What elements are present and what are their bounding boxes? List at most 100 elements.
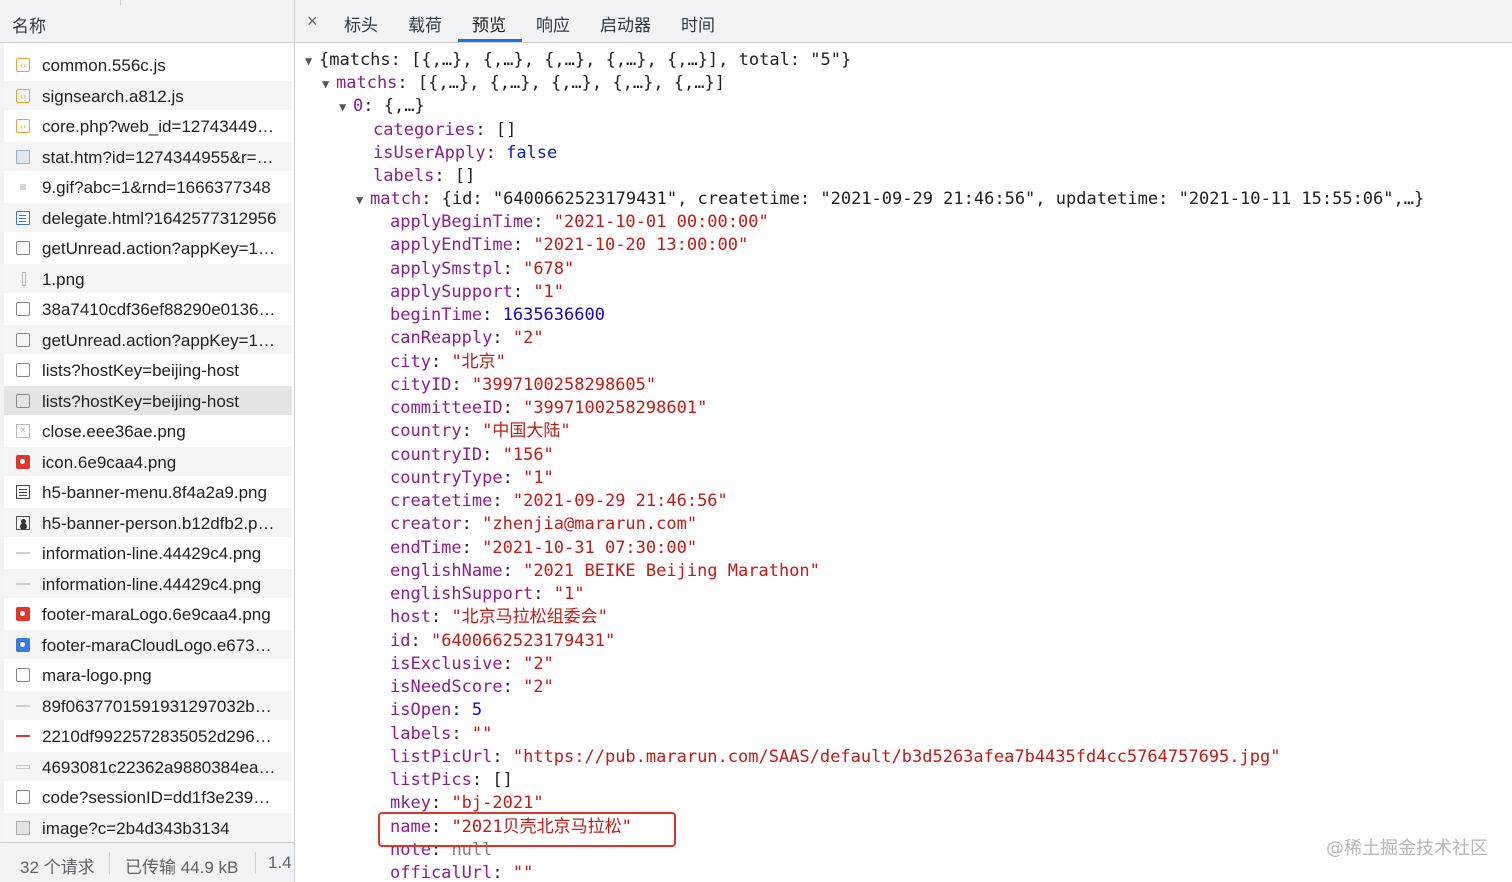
detail-tab-bar: × 标头 载荷 预览 响应 启动器 时间 — [295, 0, 1512, 43]
request-row[interactable]: ‹› core.php?web_id=12743449… — [4, 111, 292, 142]
request-row[interactable]: 38a7410cdf36ef88290e0136… — [4, 294, 292, 325]
field-key: listPicUrl — [390, 746, 493, 767]
request-row[interactable]: getUnread.action?appKey=1… — [4, 324, 292, 355]
field-key: applyEndTime — [390, 235, 513, 256]
field-key: city — [390, 351, 431, 372]
request-row[interactable]: 9.gif?abc=1&rnd=1666377348 — [4, 172, 292, 203]
request-name: close.eee36ae.png — [42, 422, 186, 441]
request-row[interactable]: lists?hostKey=beijing-host — [4, 355, 292, 386]
request-row[interactable]: icon.6e9caa4.png — [4, 446, 292, 477]
field-officalurl: officalUrl: "" — [390, 863, 534, 882]
name-column-header[interactable]: 名称 — [12, 12, 46, 37]
request-row[interactable]: × close.eee36ae.png — [4, 416, 292, 447]
expand-triangle-icon[interactable]: ▼ — [322, 73, 336, 96]
field-value: "2" — [523, 653, 554, 674]
image-file-icon — [22, 271, 26, 286]
gray-image-icon — [16, 820, 30, 835]
request-row[interactable]: getUnread.action?appKey=1… — [4, 233, 292, 264]
field-countrytype: countryType: "1" — [390, 467, 554, 488]
request-row[interactable]: footer-maraLogo.6e9caa4.png — [4, 599, 292, 630]
field-key: creator — [390, 514, 462, 535]
request-name: 4693081c22362a9880384ea… — [42, 757, 276, 777]
tab-response[interactable]: 响应 — [536, 11, 570, 36]
field-isneedscore: isNeedScore: "2" — [390, 677, 554, 697]
request-row[interactable]: code?sessionID=dd1f3e239… — [4, 782, 292, 813]
request-name: lists?hostKey=beijing-host — [42, 391, 240, 411]
request-name: information-line.44429c4.png — [42, 544, 262, 563]
field-value: 1635636600 — [502, 305, 605, 325]
request-row[interactable]: information-line.44429c4.png — [4, 568, 292, 599]
request-row[interactable]: ‹› common.556c.js — [4, 50, 292, 81]
tab-timing[interactable]: 时间 — [681, 11, 715, 36]
request-row[interactable]: 4693081c22362a9880384ea… — [4, 751, 292, 782]
field-value: "6400662523179431" — [430, 630, 616, 651]
expand-triangle-icon[interactable]: ▼ — [305, 50, 319, 73]
tab-initiator[interactable]: 启动器 — [600, 11, 651, 36]
request-row[interactable]: mara-logo.png — [4, 660, 292, 691]
field-value: 5 — [471, 700, 483, 721]
xhr-icon — [16, 393, 30, 408]
gif-file-icon — [20, 184, 26, 190]
field-key: committeeID — [390, 398, 503, 418]
field-key: isUserApply — [373, 143, 486, 163]
field-country: country: "中国大陆" — [390, 421, 571, 442]
field-key: applyBeginTime — [390, 212, 534, 232]
request-row[interactable]: 2210df9922572835052d296… — [4, 721, 292, 752]
field-value: "2021-10-31 07:30:00" — [482, 537, 698, 558]
field-key: isExclusive — [390, 653, 503, 674]
status-divider — [255, 852, 256, 874]
request-row[interactable]: lists?hostKey=beijing-host — [4, 385, 292, 416]
tab-payload[interactable]: 载荷 — [408, 11, 442, 36]
xhr-icon — [16, 241, 30, 255]
request-row[interactable]: delegate.html?1642577312956 — [4, 202, 292, 233]
field-key: cityID — [390, 374, 452, 395]
request-row[interactable]: information-line.44429c4.png — [4, 538, 292, 569]
red-line-image-icon — [16, 735, 30, 737]
request-name: getUnread.action?appKey=1… — [42, 239, 275, 258]
field-key: beginTime — [390, 305, 483, 325]
item0-node[interactable]: ▼ 0: {,…} — [339, 95, 425, 118]
request-row[interactable]: image?c=2b4d343b3134 — [4, 812, 292, 843]
request-name: image?c=2b4d343b3134 — [42, 818, 230, 838]
field-canreapply: canReapply: "2" — [390, 328, 544, 349]
request-name: common.556c.js — [42, 56, 166, 75]
request-row[interactable]: ‹› signsearch.a812.js — [4, 80, 292, 111]
field-isexclusive: isExclusive: "2" — [390, 653, 554, 674]
request-row[interactable]: h5-banner-person.b12dfb2.p… — [4, 507, 292, 538]
watermark: @稀土掘金技术社区 — [1326, 838, 1488, 859]
request-row[interactable]: footer-maraCloudLogo.e673… — [4, 629, 292, 660]
column-divider — [120, 0, 121, 5]
field-id: id: "6400662523179431" — [390, 630, 616, 651]
field-key: categories — [373, 120, 476, 140]
image-file-icon — [16, 149, 30, 164]
request-rows: ‹› common.556c.js ‹› signsearch.a812.js ‹› co… — [0, 50, 294, 843]
field-value: "2021-10-01 00:00:00" — [553, 212, 769, 232]
xhr-icon — [16, 790, 30, 804]
field-applysupport: applySupport: "1" — [390, 281, 565, 302]
request-row[interactable]: 1.png — [4, 263, 292, 294]
match-node[interactable]: ▼ match: {id: "6400662523179431", createt… — [356, 188, 1424, 211]
field-cityid: cityID: "3997100258298605" — [390, 374, 657, 395]
match-key: match — [370, 189, 422, 209]
field-value: "1" — [533, 281, 565, 302]
dash-image-icon — [16, 764, 30, 769]
xhr-icon — [16, 668, 30, 682]
request-name: code?sessionID=dd1f3e239… — [42, 788, 271, 807]
expand-triangle-icon[interactable]: ▼ — [356, 189, 370, 212]
root-node[interactable]: ▼ {matchs: [{,…}, {,…}, {,…}, {,…}, {,…}]… — [305, 49, 851, 72]
request-row[interactable]: 89f0637701591931297032b… — [4, 690, 292, 721]
categories-field: categories: [] — [373, 120, 517, 140]
field-value: "bj-2021" — [451, 793, 544, 814]
field-applysmstpl: applySmstpl: "678" — [390, 258, 575, 279]
expand-triangle-icon[interactable]: ▼ — [339, 96, 353, 119]
tab-preview[interactable]: 预览 — [472, 11, 506, 36]
tab-headers[interactable]: 标头 — [344, 11, 378, 36]
field-value: "zhenjia@mararun.com" — [482, 514, 698, 535]
request-list-header[interactable]: 名称 — [0, 0, 294, 43]
request-row[interactable]: h5-banner-menu.8f4a2a9.png — [4, 477, 292, 508]
request-row[interactable]: stat.htm?id=1274344955&r=… — [4, 141, 292, 172]
matchs-node[interactable]: ▼ matchs: [{,…}, {,…}, {,…}, {,…}, {,…}] — [322, 72, 725, 95]
close-icon[interactable]: × — [307, 11, 318, 32]
transferred-size: 已传输 44.9 kB — [125, 858, 239, 877]
request-name: footer-maraLogo.6e9caa4.png — [42, 605, 271, 624]
